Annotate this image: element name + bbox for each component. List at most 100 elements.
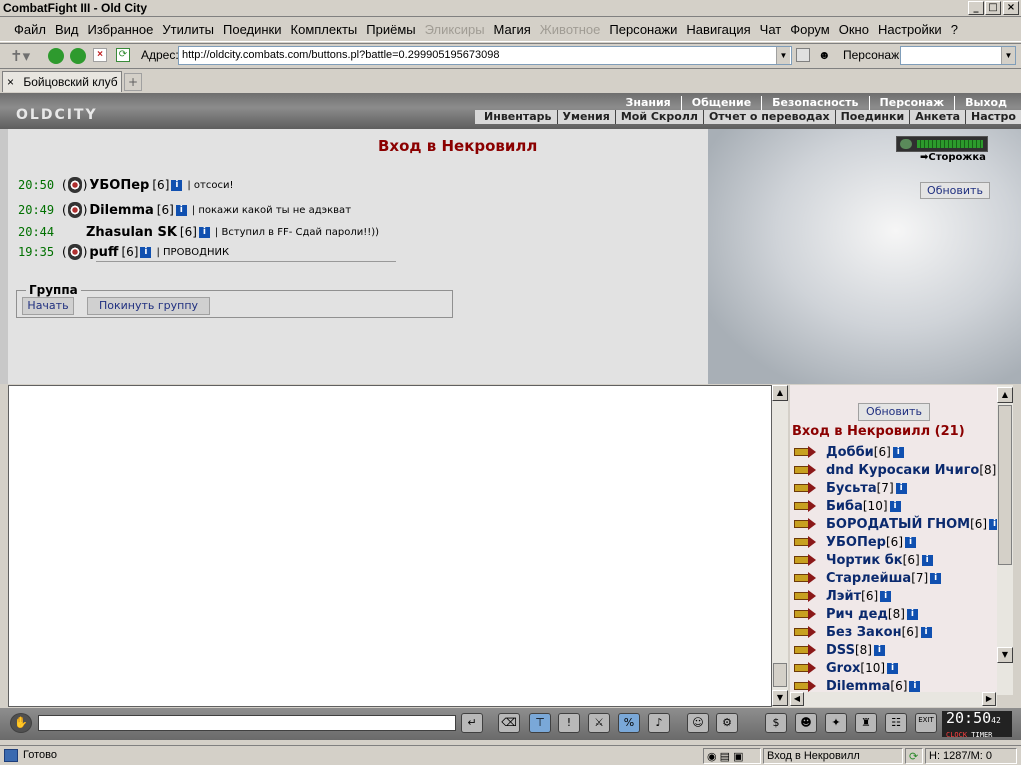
list-scroll-up-icon[interactable]: ▲ <box>997 387 1013 403</box>
menu-item[interactable]: Окно <box>839 22 869 37</box>
attack-arrow-icon[interactable] <box>794 572 820 584</box>
attack-arrow-icon[interactable] <box>794 554 820 566</box>
list-scroll-left-icon[interactable]: ◀ <box>790 692 804 706</box>
back-dropdown-icon[interactable]: ✝▾ <box>10 47 30 65</box>
attack-arrow-icon[interactable] <box>794 590 820 602</box>
money-bag-icon[interactable]: $ <box>765 713 787 733</box>
bottom-nav-link[interactable]: Умения <box>556 110 615 124</box>
user-name[interactable]: Добби <box>826 445 874 460</box>
user-row[interactable]: DSS [8] i <box>794 641 887 659</box>
group-icon[interactable]: ☷ <box>885 713 907 733</box>
top-nav-link[interactable]: Персонаж <box>868 96 955 110</box>
attack-arrow-icon[interactable] <box>794 500 820 512</box>
menu-item[interactable]: Магия <box>494 22 531 37</box>
list-scroll-thumb[interactable] <box>998 405 1012 565</box>
user-name[interactable]: Бусьта <box>826 481 877 496</box>
user-name[interactable]: Старлейша <box>826 571 911 586</box>
percent-icon[interactable]: % <box>618 713 640 733</box>
user-name[interactable]: Без Закон <box>826 625 902 640</box>
inventory-icon[interactable]: ✦ <box>825 713 847 733</box>
bottom-nav-link[interactable]: Настро <box>965 110 1021 124</box>
stop-icon[interactable]: × <box>93 48 107 62</box>
menu-item[interactable]: Настройки <box>878 22 942 37</box>
exit-icon[interactable]: EXIT <box>915 713 937 733</box>
info-icon[interactable]: i <box>880 590 892 602</box>
bottom-nav-link[interactable]: Поединки <box>834 110 910 124</box>
address-dropdown-icon[interactable]: ▼ <box>776 47 790 64</box>
user-row[interactable]: Без Закон [6] i <box>794 623 934 641</box>
status-window[interactable]: Вход в Некровилл <box>763 748 903 764</box>
top-nav-link[interactable]: Безопасность <box>761 96 868 110</box>
info-icon[interactable]: i <box>175 204 187 216</box>
smiley-icon[interactable]: ☺ <box>687 713 709 733</box>
user-row[interactable]: Бусьта [7] i <box>794 479 909 497</box>
bottom-nav-link[interactable]: Анкета <box>909 110 965 124</box>
tab-combats[interactable]: × Бойцовский клуб <box>2 71 122 92</box>
menu-item[interactable]: Комплекты <box>291 22 358 37</box>
friends-icon[interactable]: ♜ <box>855 713 877 733</box>
close-button[interactable]: × <box>1003 1 1019 15</box>
user-name[interactable]: Grox <box>826 661 860 676</box>
user-name[interactable]: Лэйт <box>826 589 861 604</box>
attack-arrow-icon[interactable] <box>794 482 820 494</box>
alert-icon[interactable]: ! <box>558 713 580 733</box>
new-tab-button[interactable]: + <box>124 73 142 91</box>
user-row[interactable]: Grox [10] i <box>794 659 900 677</box>
info-icon[interactable]: i <box>909 680 921 692</box>
top-nav-link[interactable]: Выход <box>954 96 1017 110</box>
user-row[interactable]: УБОПер [6] i <box>794 533 918 551</box>
attack-arrow-icon[interactable] <box>794 644 820 656</box>
bottom-nav-link[interactable]: Инвентарь <box>479 110 556 124</box>
menu-item[interactable]: Приёмы <box>366 22 415 37</box>
bottom-nav-link[interactable]: Отчет о переводах <box>702 110 835 124</box>
user-row[interactable]: Лэйт [6] i <box>794 587 893 605</box>
settings-icon[interactable]: ⚙ <box>716 713 738 733</box>
user-name[interactable]: Чортик бк <box>826 553 903 568</box>
user-list-scrollbar[interactable]: ▲ ▼ <box>997 385 1013 695</box>
log-nick[interactable]: УБОПер <box>89 178 149 193</box>
menu-item[interactable]: Форум <box>790 22 830 37</box>
menu-item[interactable]: Избранное <box>88 22 154 37</box>
filter-icon[interactable]: ⊤ <box>529 713 551 733</box>
info-icon[interactable]: i <box>198 226 210 238</box>
minimize-button[interactable]: _ <box>968 1 984 15</box>
menu-item[interactable]: Вид <box>55 22 79 37</box>
top-nav-link[interactable]: Общение <box>680 96 761 110</box>
go-icon[interactable] <box>796 48 810 62</box>
attack-arrow-icon[interactable] <box>794 446 820 458</box>
list-scroll-right-icon[interactable]: ▶ <box>982 692 996 706</box>
top-nav-link[interactable]: Знания <box>616 96 681 110</box>
info-icon[interactable]: i <box>906 608 918 620</box>
tab-close-icon[interactable]: × <box>7 75 14 89</box>
menu-item[interactable]: ? <box>951 22 958 37</box>
user-name[interactable]: БОРОДАТЫЙ ГНОМ <box>826 517 970 532</box>
menu-item[interactable]: Файл <box>14 22 46 37</box>
log-nick[interactable]: puff <box>89 245 118 260</box>
user-row[interactable]: Чортик бк [6] i <box>794 551 935 569</box>
menu-item[interactable]: Утилиты <box>162 22 214 37</box>
scroll-up-icon[interactable]: ▲ <box>772 385 788 401</box>
address-input[interactable]: http://oldcity.combats.com/buttons.pl?ba… <box>178 46 792 65</box>
menu-item[interactable]: Поединки <box>223 22 282 37</box>
menu-item[interactable]: Эликсиры <box>425 22 485 37</box>
forward-icon[interactable] <box>70 48 86 64</box>
sound-icon[interactable]: ♪ <box>648 713 670 733</box>
user-row[interactable]: dnd Куросаки Ичиго[8]i <box>794 461 997 479</box>
leave-group-button[interactable]: Покинуть группу <box>87 297 210 315</box>
info-icon[interactable]: i <box>989 518 997 530</box>
chat-scrollbar[interactable]: ▲ ▼ <box>772 385 788 707</box>
menu-item[interactable]: Чат <box>760 22 782 37</box>
info-icon[interactable]: i <box>905 536 916 548</box>
info-icon[interactable]: i <box>873 644 885 656</box>
attack-arrow-icon[interactable] <box>794 626 820 638</box>
attack-arrow-icon[interactable] <box>794 536 820 548</box>
user-name[interactable]: Рич дед <box>826 607 888 622</box>
chat-mode-icon[interactable]: ✋ <box>10 713 32 733</box>
chat-area[interactable] <box>8 385 772 707</box>
menu-item[interactable]: Персонажи <box>609 22 677 37</box>
refresh-button-list[interactable]: Обновить <box>858 403 930 421</box>
info-icon[interactable]: i <box>887 662 899 674</box>
eraser-icon[interactable]: ⌫ <box>498 713 520 733</box>
chat-scroll-thumb[interactable] <box>773 663 787 687</box>
attack-arrow-icon[interactable] <box>794 680 820 692</box>
